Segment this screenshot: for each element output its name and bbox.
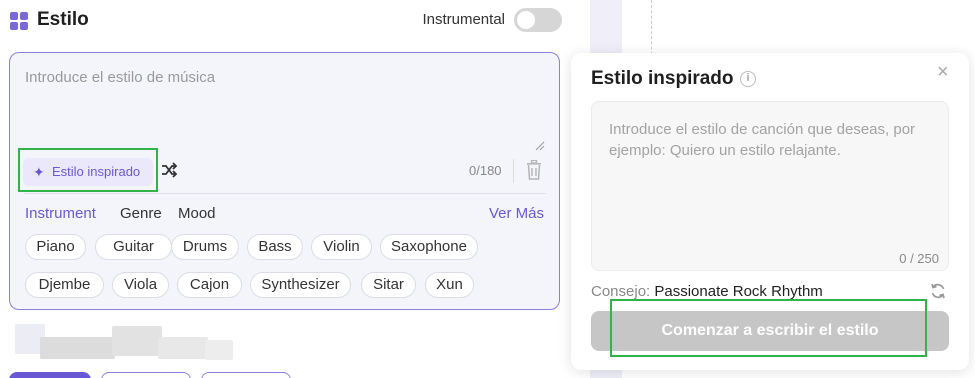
chip-cajon[interactable]: Cajon [177, 272, 242, 298]
trash-icon[interactable] [525, 160, 543, 180]
bottom-primary-button[interactable] [9, 372, 91, 378]
close-icon[interactable]: × [937, 62, 949, 82]
chip-djembe[interactable]: Djembe [25, 272, 104, 298]
chip-viola[interactable]: Viola [112, 272, 169, 298]
tip-value[interactable]: Passionate Rock Rhythm [654, 283, 822, 300]
bottom-secondary-button[interactable] [101, 372, 191, 378]
tip-label: Consejo: [591, 283, 651, 300]
chip-sitar[interactable]: Sitar [361, 272, 416, 298]
chip-piano[interactable]: Piano [25, 234, 86, 260]
char-counter: 0/180 [469, 163, 502, 178]
tab-genre[interactable]: Genre [120, 205, 162, 222]
chip-xun[interactable]: Xun [425, 272, 474, 298]
resize-handle-icon[interactable] [535, 141, 545, 151]
toggle-knob [517, 11, 535, 29]
dashed-line [651, 0, 652, 60]
tab-mood[interactable]: Mood [178, 205, 216, 222]
chip-synthesizer[interactable]: Synthesizer [250, 272, 351, 298]
tab-instrument[interactable]: Instrument [25, 205, 96, 222]
chip-saxophone[interactable]: Saxophone [380, 234, 478, 260]
refresh-icon[interactable] [929, 282, 947, 300]
shuffle-icon[interactable] [160, 161, 178, 179]
highlight-box [18, 148, 158, 192]
instrumental-label: Instrumental [422, 11, 505, 28]
instrumental-toggle[interactable] [514, 8, 562, 32]
inspiration-placeholder[interactable]: Introduce el estilo de canción que desea… [609, 119, 939, 161]
tip-row: Consejo: Passionate Rock Rhythm [591, 283, 823, 300]
inspiration-textarea[interactable]: Introduce el estilo de canción que desea… [591, 101, 949, 271]
bottom-secondary-button[interactable] [201, 372, 291, 378]
divider [24, 193, 546, 194]
chip-violin[interactable]: Violin [311, 234, 372, 260]
divider [513, 159, 514, 183]
style-input-placeholder[interactable]: Introduce el estilo de música [25, 69, 215, 86]
chip-drums[interactable]: Drums [171, 234, 239, 260]
chip-bass[interactable]: Bass [247, 234, 303, 260]
inspiration-counter: 0 / 250 [899, 251, 939, 266]
section-title: Estilo [37, 9, 89, 30]
highlight-box [610, 299, 927, 357]
popover-title: Estilo inspirado [591, 68, 734, 89]
see-more-link[interactable]: Ver Más [489, 205, 544, 222]
style-header: Estilo Instrumental [10, 8, 562, 34]
grid-icon [10, 12, 28, 30]
info-icon[interactable]: i [740, 71, 756, 87]
chip-guitar[interactable]: Guitar [95, 234, 172, 260]
